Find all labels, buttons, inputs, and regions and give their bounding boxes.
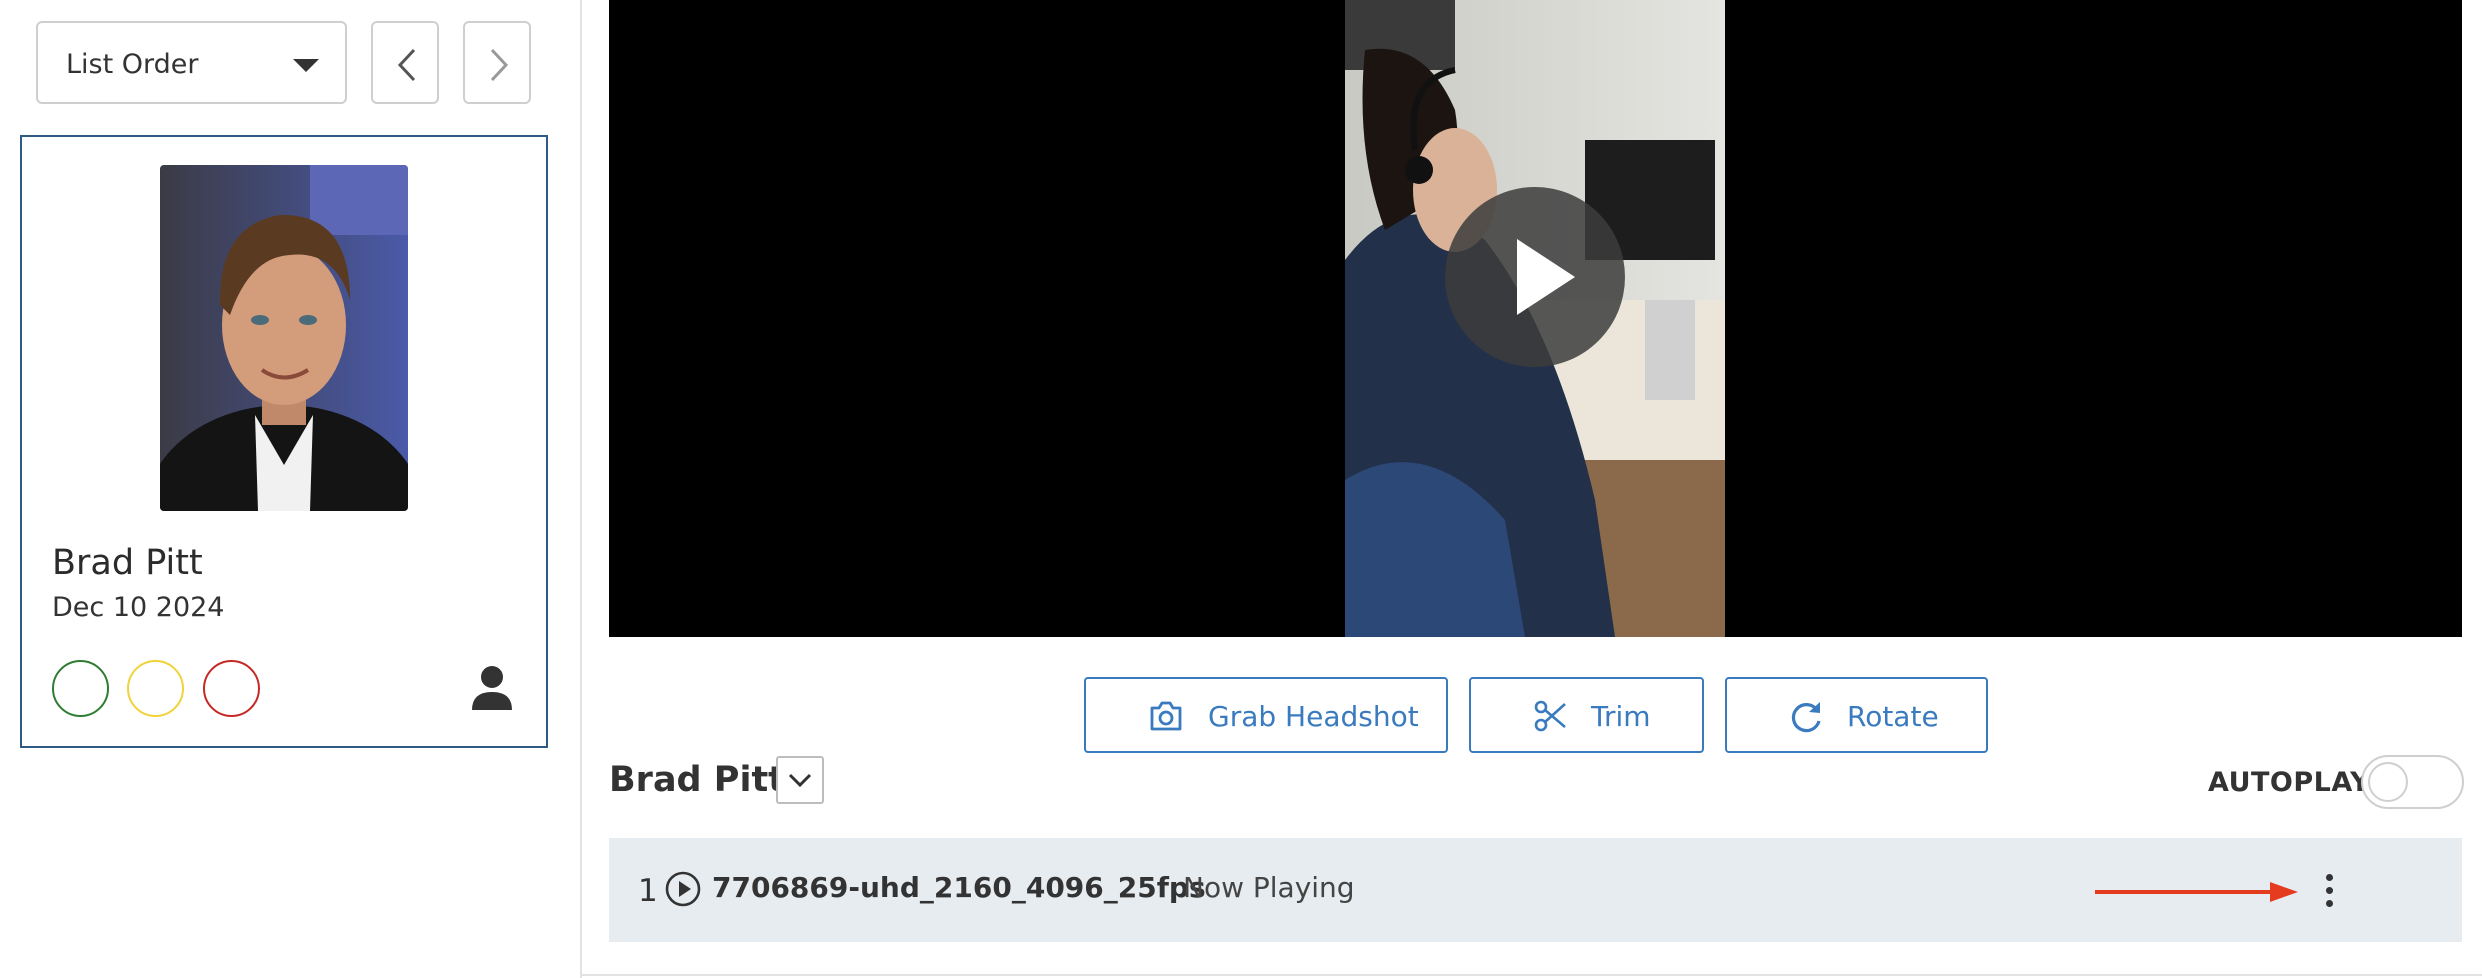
person-photo[interactable] — [160, 165, 408, 511]
rotate-label: Rotate — [1847, 700, 1939, 733]
sort-order-select[interactable]: List Order — [36, 21, 347, 104]
bottom-divider — [580, 974, 2482, 976]
trim-button[interactable]: Trim — [1469, 677, 1704, 753]
status-green-button[interactable] — [52, 660, 109, 717]
status-yellow-button[interactable] — [127, 660, 184, 717]
chevron-left-icon — [397, 48, 416, 82]
more-options-icon[interactable] — [2318, 874, 2342, 908]
previous-button[interactable] — [371, 21, 439, 104]
playlist-item-index: 1 — [638, 873, 658, 909]
chevron-down-icon — [788, 773, 812, 788]
rotate-button[interactable]: Rotate — [1725, 677, 1988, 753]
person-icon[interactable] — [470, 664, 514, 716]
playlist-title: Brad Pitt — [609, 760, 785, 800]
autoplay-label: AUTOPLAY — [2208, 767, 2371, 798]
circle-play-icon[interactable] — [664, 870, 702, 912]
playlist-item-filename: 7706869-uhd_2160_4096_25fps — [712, 871, 1206, 904]
now-playing-status: Now Playing — [1183, 871, 1355, 904]
person-name: Brad Pitt — [52, 543, 203, 583]
autoplay-toggle[interactable] — [2361, 755, 2464, 809]
status-red-button[interactable] — [203, 660, 260, 717]
grab-headshot-label: Grab Headshot — [1208, 700, 1419, 733]
play-button[interactable] — [1445, 187, 1625, 367]
toggle-knob — [2368, 762, 2408, 802]
annotation-arrow-icon — [2095, 880, 2300, 908]
panel-divider — [580, 0, 582, 978]
grab-headshot-button[interactable]: Grab Headshot — [1084, 677, 1448, 753]
sort-order-value: List Order — [66, 49, 199, 80]
playlist-dropdown-button[interactable] — [776, 756, 824, 804]
play-icon — [1517, 239, 1575, 315]
next-button[interactable] — [463, 21, 531, 104]
trim-label: Trim — [1591, 700, 1651, 733]
chevron-right-icon — [490, 48, 509, 82]
scissors-icon — [1534, 700, 1566, 732]
camera-icon — [1150, 701, 1182, 731]
person-date: Dec 10 2024 — [52, 592, 225, 623]
rotate-icon — [1791, 702, 1821, 733]
video-player[interactable] — [609, 0, 2462, 637]
caret-down-icon — [293, 59, 319, 72]
